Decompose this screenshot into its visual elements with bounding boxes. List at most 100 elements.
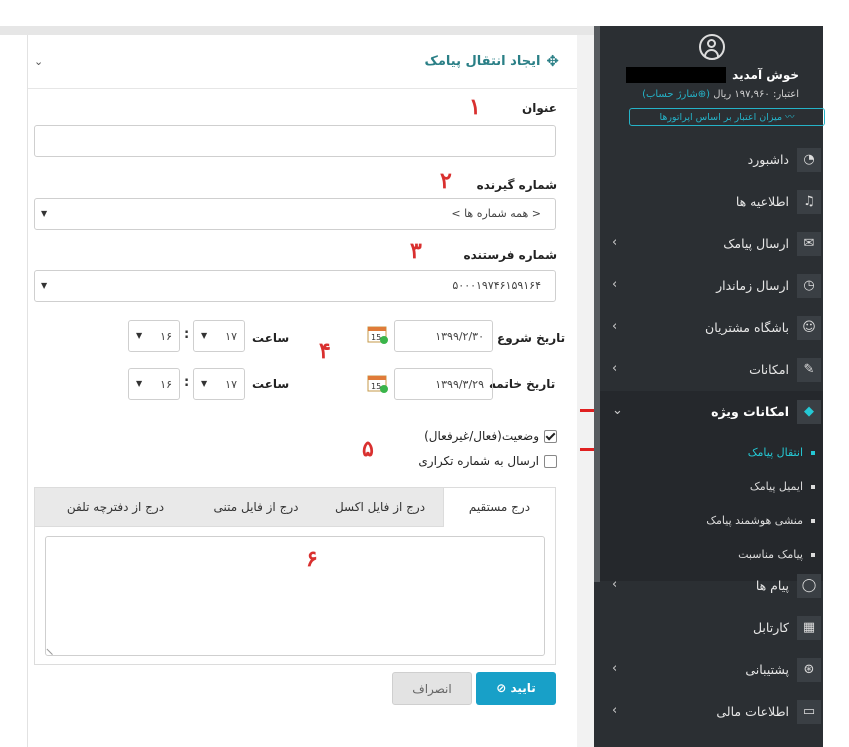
end-hour-select[interactable]: ۱۷ ▼ [193, 368, 245, 400]
charge-account-link[interactable]: (⊕شارژ حساب) [642, 89, 710, 100]
duplicate-checkbox-row[interactable]: ارسال به شماره تکراری [418, 454, 557, 468]
end-date-input[interactable]: ۱۳۹۹/۳/۲۹ [394, 368, 493, 400]
cancel-button[interactable]: انصراف [392, 672, 472, 705]
start-date-label: تاریخ شروع [497, 331, 566, 345]
dropdown-arrow-icon: ▼ [136, 331, 143, 340]
status-label: وضعیت(فعال/غیرفعال) [424, 429, 539, 443]
support-icon: ⊛ [797, 658, 821, 682]
panel-title: ✥ ایجاد انتقال پیامک [425, 52, 559, 70]
time-colon: : [184, 327, 190, 342]
special-features-submenu: انتقال پیامک ایمیل پیامک منشی هوشمند پیا… [600, 433, 823, 581]
receiver-label: شماره گیرنده [476, 178, 557, 192]
tab-direct[interactable]: درج مستقیم [443, 488, 555, 527]
tab-phonebook[interactable]: درج از دفترچه تلفن [35, 488, 196, 526]
confirm-button[interactable]: ⊘ تایید [476, 672, 556, 705]
menu-send-sms[interactable]: ✉ ارسال پیامک ‹ [600, 223, 823, 265]
time-colon: : [184, 375, 190, 390]
end-minute-select[interactable]: ۱۶ ▼ [128, 368, 180, 400]
credit-line: اعتبار: ۱۹۷,۹۶۰ ریال (⊕شارژ حساب) [642, 89, 799, 100]
end-time-label: ساعت [252, 377, 290, 391]
chevron-left-icon: ‹ [612, 235, 618, 250]
operator-credit-button[interactable]: 〰 میزان اعتبار بر اساس اپراتورها [629, 108, 825, 126]
start-time-label: ساعت [252, 331, 290, 345]
dropdown-arrow-icon: ▼ [41, 281, 48, 290]
duplicate-label: ارسال به شماره تکراری [418, 454, 539, 468]
submenu-email-sms[interactable]: ایمیل پیامک [750, 480, 815, 493]
tools-icon: ✎ [797, 358, 821, 382]
receiver-value: < همه شماره ها > [451, 207, 541, 220]
sender-value: ۵۰۰۰۱۹۷۴۶۱۵۹۱۶۴ [452, 279, 541, 292]
submenu-occasion-sms[interactable]: پیامک مناسبت [738, 548, 815, 561]
start-hour-select[interactable]: ۱۷ ▼ [193, 320, 245, 352]
chevron-left-icon: ‹ [612, 703, 618, 718]
menu-dashboard[interactable]: ◔ داشبورد [600, 139, 823, 181]
sidebar: خوش آمدید اعتبار: ۱۹۷,۹۶۰ ریال (⊕شارژ حس… [594, 26, 825, 747]
annotation-4: ۴ [319, 338, 331, 364]
calendar-icon[interactable]: 15 [367, 373, 389, 393]
dropdown-arrow-icon: ▼ [41, 209, 48, 218]
chevron-left-icon: ‹ [612, 277, 618, 292]
status-checkbox[interactable] [544, 429, 557, 443]
redacted-username [626, 67, 727, 83]
menu-special-features[interactable]: ◆ امکانات ویژه ⌄ [600, 391, 823, 433]
transfer-sms-panel: ✥ ایجاد انتقال پیامک ⌄ عنوان ۱ شماره گیر… [27, 35, 577, 747]
sender-label: شماره فرستنده [463, 248, 557, 262]
input-tabs: درج مستقیم درج از فایل اکسل درج از فایل … [34, 487, 556, 665]
calendar-icon[interactable]: 15 [367, 324, 389, 344]
menu-financial-info[interactable]: ▭ اطلاعات مالی ‹ [600, 691, 823, 733]
menu-cartable[interactable]: ▦ کارتابل [600, 607, 823, 649]
diamond-icon: ◆ [797, 400, 821, 424]
menu-messages[interactable]: ◯ پیام ها ‹ [600, 565, 823, 607]
resize-grip-icon[interactable] [46, 642, 59, 656]
annotation-2: ۲ [440, 168, 452, 194]
chat-icon: ◯ [797, 574, 821, 598]
bell-icon: ♫ [797, 190, 821, 214]
numbers-textarea[interactable] [45, 536, 545, 656]
collapse-chevron-icon[interactable]: ⌄ [34, 55, 43, 68]
annotation-3: ۳ [410, 238, 422, 264]
svg-text:15: 15 [371, 333, 381, 342]
submenu-smart-secretary[interactable]: منشی هوشمند پیامک [706, 514, 815, 527]
user-avatar-icon[interactable] [699, 34, 725, 60]
menu-features[interactable]: ✎ امکانات ‹ [600, 349, 823, 391]
annotation-6: ۶ [306, 546, 318, 572]
dashboard-icon: ◔ [797, 148, 821, 172]
folder-icon: ▭ [797, 700, 821, 724]
clock-icon: ◷ [797, 274, 821, 298]
chevron-left-icon: ‹ [612, 361, 618, 376]
menu-support[interactable]: ⊛ پشتیبانی ‹ [600, 649, 823, 691]
dropdown-arrow-icon: ▼ [201, 331, 208, 340]
top-strip [0, 26, 594, 35]
menu-scheduled-send[interactable]: ◷ ارسال زماندار ‹ [600, 265, 823, 307]
welcome-text: خوش آمدید [626, 67, 799, 83]
menu-customer-club[interactable]: ☺ باشگاه مشتریان ‹ [600, 307, 823, 349]
start-minute-select[interactable]: ۱۶ ▼ [128, 320, 180, 352]
move-icon[interactable]: ✥ [546, 52, 559, 70]
check-circle-icon: ⊘ [496, 681, 507, 695]
start-date-input[interactable]: ۱۳۹۹/۲/۳۰ [394, 320, 493, 352]
panel-header: ✥ ایجاد انتقال پیامک ⌄ [28, 35, 577, 89]
status-checkbox-row[interactable]: وضعیت(فعال/غیرفعال) [424, 429, 557, 443]
chevron-left-icon: ‹ [612, 577, 618, 592]
users-icon: ☺ [797, 316, 821, 340]
duplicate-checkbox[interactable] [544, 454, 557, 468]
dropdown-arrow-icon: ▼ [136, 379, 143, 388]
sender-select[interactable]: ۵۰۰۰۱۹۷۴۶۱۵۹۱۶۴ ▼ [34, 270, 556, 302]
end-date-label: تاریخ خاتمه [489, 377, 556, 391]
menu-notifications[interactable]: ♫ اطلاعیه ها [600, 181, 823, 223]
panel-title-text: ایجاد انتقال پیامک [424, 53, 541, 69]
annotation-5: ۵ [362, 436, 374, 462]
title-label: عنوان [522, 101, 557, 115]
receiver-select[interactable]: < همه شماره ها > ▼ [34, 198, 556, 230]
chevron-left-icon: ‹ [612, 661, 618, 676]
dropdown-arrow-icon: ▼ [201, 379, 208, 388]
chevron-down-icon: ⌄ [612, 403, 623, 418]
submenu-sms-transfer[interactable]: انتقال پیامک [748, 446, 815, 459]
chevron-left-icon: ‹ [612, 319, 618, 334]
tab-excel[interactable]: درج از فایل اکسل [316, 488, 444, 526]
tab-bar: درج مستقیم درج از فایل اکسل درج از فایل … [35, 488, 555, 527]
grid-icon: ▦ [797, 616, 821, 640]
tab-text-file[interactable]: درج از فایل متنی [196, 488, 316, 526]
title-input[interactable] [34, 125, 556, 157]
envelope-icon: ✉ [797, 232, 821, 256]
